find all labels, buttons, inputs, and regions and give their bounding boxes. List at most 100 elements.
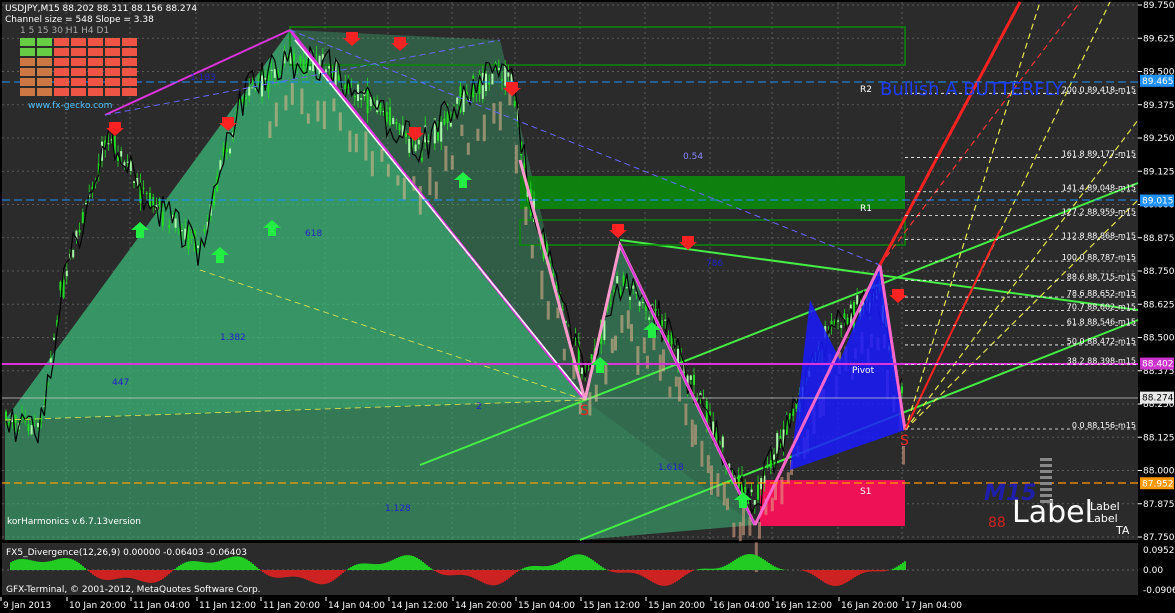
histogram-bar <box>780 568 782 570</box>
histogram-bar <box>868 570 870 572</box>
histogram-bar <box>738 557 740 570</box>
candle-body <box>901 386 903 394</box>
histogram-bar <box>546 566 548 570</box>
time-tick: 11 Jan 12:00 <box>199 601 256 611</box>
histogram-bar <box>718 567 720 570</box>
cloud-band <box>434 181 438 199</box>
cloud-band <box>646 355 649 369</box>
candle-body <box>856 295 859 305</box>
cloud-band <box>364 131 368 161</box>
fib-label: 200.0 89.418-m15 <box>1062 85 1136 94</box>
tf-cell <box>122 58 137 66</box>
histogram-bar <box>46 561 48 570</box>
tf-cell <box>54 58 69 66</box>
histogram-bar <box>514 570 516 574</box>
histogram-bar <box>496 570 498 585</box>
histogram-bar <box>30 560 32 570</box>
website-label: www.fx-gecko.com <box>28 101 112 111</box>
histogram-bar <box>874 570 876 572</box>
candle-body <box>126 161 129 163</box>
histogram-bar <box>190 561 192 570</box>
timeframe-row: 1 5 15 30 H1 H4 D1 <box>20 26 109 36</box>
histogram-bar <box>68 558 70 570</box>
cloud-band <box>758 521 761 539</box>
histogram-bar <box>766 561 768 570</box>
histogram-bar <box>392 559 394 570</box>
histogram-bar <box>600 566 602 570</box>
tf-cell <box>88 48 103 56</box>
histogram-bar <box>488 570 490 585</box>
cloud-band <box>614 335 617 351</box>
histogram-bar <box>808 570 810 573</box>
candle-body <box>497 67 500 71</box>
histogram-bar <box>560 561 562 570</box>
svg-text:1.128: 1.128 <box>385 504 411 514</box>
histogram-bar <box>876 570 878 572</box>
histogram-bar <box>566 558 568 570</box>
price-badge-text: 88.274 <box>1142 394 1174 404</box>
histogram-bar <box>680 570 682 579</box>
tf-cell <box>54 68 69 76</box>
histogram-bar <box>206 562 208 570</box>
histogram-bar <box>376 564 378 570</box>
candle-body <box>760 478 763 490</box>
sub-axis-tick: -0.09067 <box>1143 586 1175 596</box>
ta-label: TA <box>1115 524 1130 537</box>
histogram-bar <box>596 563 598 570</box>
candle-body <box>30 425 33 435</box>
histogram-bar <box>116 570 118 579</box>
histogram-bar <box>308 570 310 581</box>
channel-info: Channel size = 548 Slope = 3.38 <box>5 15 154 25</box>
histogram-bar <box>752 554 754 570</box>
histogram-bar <box>646 570 648 579</box>
histogram-bar <box>864 570 866 573</box>
histogram-bar <box>212 562 214 570</box>
histogram-bar <box>572 555 574 570</box>
histogram-bar <box>296 570 298 577</box>
cloud-band <box>476 128 480 141</box>
histogram-bar <box>674 570 676 583</box>
cloud-band <box>642 337 646 354</box>
histogram-bar <box>758 556 760 570</box>
time-tick: 11 Jan 20:00 <box>263 601 320 611</box>
price-chart[interactable]: S S USDJPY,M15 88.202 88.311 88.156 88.27… <box>0 0 1175 613</box>
histogram-bar <box>250 562 252 570</box>
histogram-bar <box>130 570 132 579</box>
histogram-bar <box>80 564 82 570</box>
histogram-bar <box>634 570 636 574</box>
histogram-bar <box>700 568 702 570</box>
histogram-bar <box>882 570 884 572</box>
histogram-bar <box>334 570 336 580</box>
candle-body <box>629 297 631 300</box>
histogram-bar <box>416 557 418 570</box>
fib-label: 127.2 88.959-m15 <box>1062 207 1136 216</box>
histogram-bar <box>438 570 440 574</box>
histogram-bar <box>120 570 122 579</box>
histogram-bar <box>848 570 850 581</box>
histogram-bar <box>330 570 332 582</box>
histogram-bar <box>614 570 616 573</box>
histogram-bar <box>182 563 184 570</box>
histogram-bar <box>400 556 402 570</box>
fib-label: 100.0 88.787-m15 <box>1062 253 1136 262</box>
histogram-bar <box>358 563 360 570</box>
indicator-version: korHarmonics v.6.7.13version <box>7 517 141 527</box>
tf-cell <box>71 68 86 76</box>
histogram-bar <box>208 562 210 570</box>
histogram-bar <box>300 570 302 578</box>
histogram-bar <box>486 570 488 585</box>
candle-body <box>299 55 302 63</box>
histogram-bar <box>420 560 422 570</box>
histogram-bar <box>654 570 656 584</box>
histogram-bar <box>54 559 56 570</box>
time-tick: 9 Jan 2013 <box>3 601 51 611</box>
histogram-bar <box>862 570 864 574</box>
histogram-bar <box>604 568 606 570</box>
histogram-bar <box>624 570 626 573</box>
candle-body <box>744 486 747 493</box>
histogram-bar <box>10 562 12 570</box>
histogram-bar <box>464 570 466 576</box>
candle-body <box>309 66 311 71</box>
symbol-info: USDJPY,M15 88.202 88.311 88.156 88.274 <box>5 4 197 14</box>
histogram-bar <box>778 568 780 570</box>
